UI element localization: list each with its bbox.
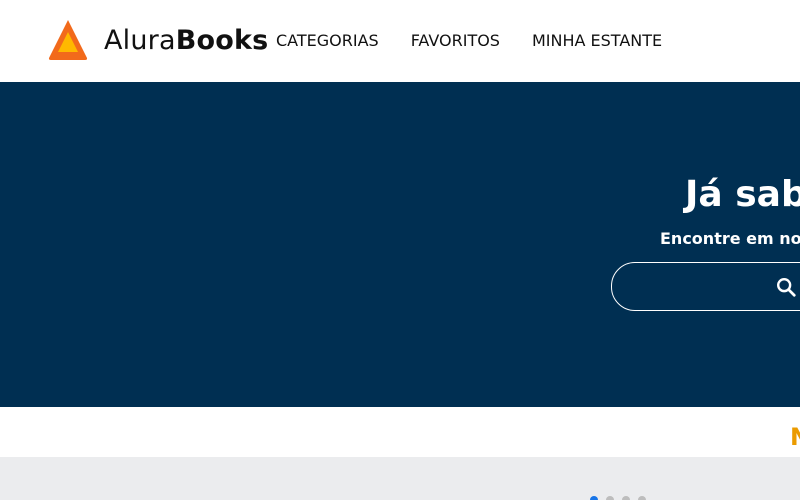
carousel-dot-2[interactable] — [606, 496, 614, 500]
hero-title: Já sab — [685, 174, 800, 215]
releases-section: N — [0, 407, 800, 457]
main-nav: CATEGORIAS FAVORITOS MINHA ESTANTE — [276, 31, 694, 50]
releases-title: N — [790, 423, 800, 451]
hero-subtitle: Encontre em noss — [660, 229, 800, 248]
nav-item-minha-estante[interactable]: MINHA ESTANTE — [532, 31, 662, 50]
logo-wordmark: AluraBooks — [104, 25, 268, 56]
carousel-dots — [590, 496, 654, 500]
nav-item-categorias[interactable]: CATEGORIAS — [276, 31, 379, 50]
carousel-dot-3[interactable] — [622, 496, 630, 500]
logo-wordmark-part2: Books — [175, 24, 269, 56]
nav-item-favoritos[interactable]: FAVORITOS — [411, 31, 500, 50]
search-icon[interactable] — [775, 276, 797, 298]
top-header: AluraBooks CATEGORIAS FAVORITOS MINHA ES… — [0, 0, 800, 82]
search-input[interactable] — [630, 273, 770, 301]
search-hero: Já sab Encontre em noss — [0, 82, 800, 407]
logo-triangle-icon — [48, 20, 88, 60]
carousel-dot-4[interactable] — [638, 496, 646, 500]
carousel-dot-1[interactable] — [590, 496, 598, 500]
carousel-area — [0, 457, 800, 500]
logo-wordmark-part1: Alura — [104, 24, 176, 56]
alurabooks-logo[interactable]: AluraBooks — [48, 19, 268, 61]
search-box[interactable] — [611, 262, 800, 311]
